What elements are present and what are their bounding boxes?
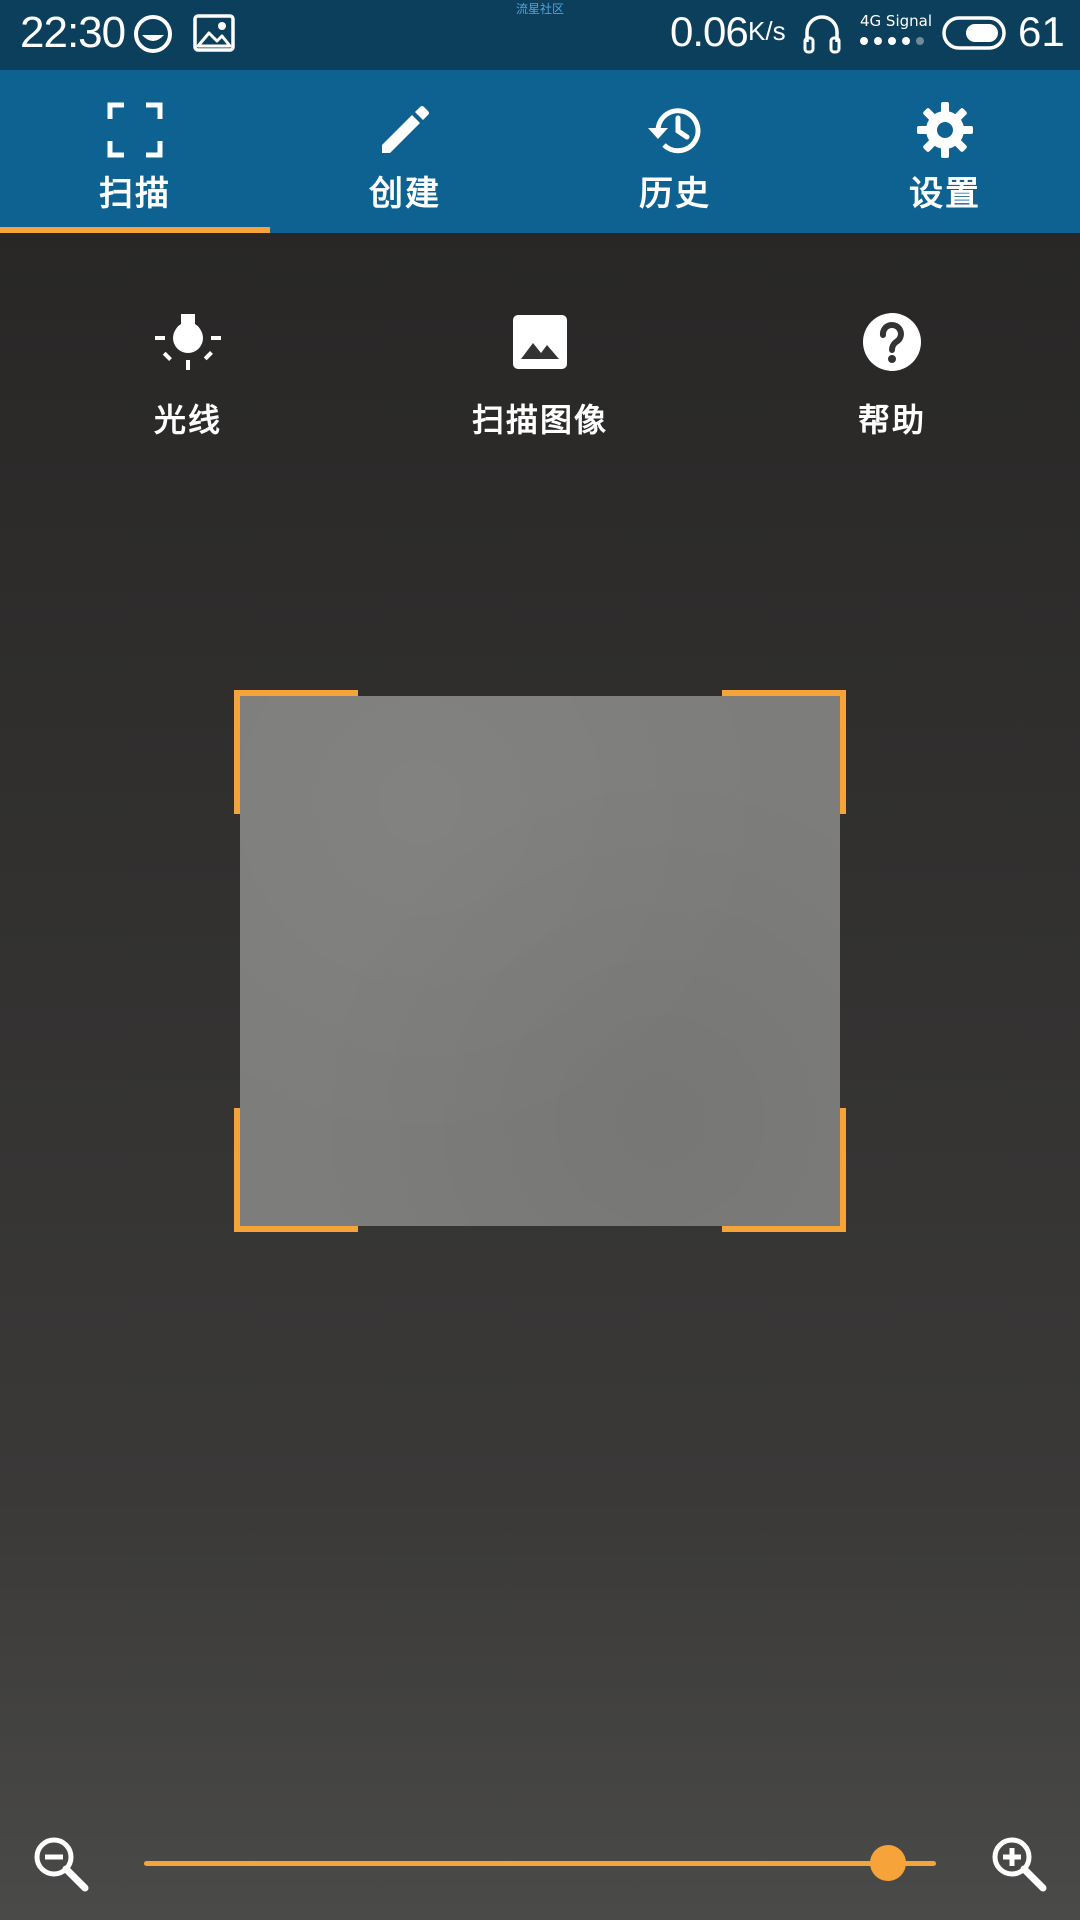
tool-label: 扫描图像 [471,401,608,439]
flashlight-icon [155,314,221,370]
image-icon [513,315,567,369]
history-icon [648,108,701,154]
help-button[interactable]: 帮助 [772,307,1012,441]
scan-tools-row: 光线 扫描图像 帮助 [0,307,1080,447]
zoom-slider-track[interactable] [144,1861,936,1866]
viewfinder-corner-bottom-right [722,1108,846,1232]
tab-history[interactable]: 历史 [540,70,810,233]
tab-create[interactable]: 创建 [270,70,540,233]
viewfinder-corner-bottom-left [234,1108,358,1232]
zoom-out-icon[interactable] [30,1833,90,1893]
scan-viewfinder [234,690,846,1232]
tab-label: 历史 [639,174,711,214]
flashlight-button[interactable]: 光线 [68,307,308,441]
zoom-slider-thumb[interactable] [870,1845,907,1881]
main-tab-bar: 扫描 创建 历史 设置 [0,70,1080,233]
camera-preview: 光线 扫描图像 帮助 [0,233,1080,1920]
battery-toggle-icon [942,16,1006,50]
tool-label: 光线 [153,401,222,439]
viewfinder-corner-top-right [722,690,846,814]
tab-scan[interactable]: 扫描 [0,70,270,233]
zoom-in-icon[interactable] [988,1833,1048,1893]
network-speed-value: 0.06 [670,8,749,55]
signal-label: 4G Signal [860,12,933,30]
tab-settings[interactable]: 设置 [810,70,1080,233]
zoom-control [0,1823,1080,1903]
viewfinder-corner-top-left [234,690,358,814]
scan-frame-icon [107,102,163,158]
notification-face-icon [134,15,172,53]
pencil-icon [382,106,429,153]
tool-label: 帮助 [857,401,926,439]
battery-level: 61 [1018,8,1065,55]
tab-label: 创建 [369,174,441,214]
tab-label: 扫描 [99,174,171,214]
network-speed-unit: K/s [748,16,786,46]
gallery-notification-icon [193,14,235,52]
headphones-icon [803,15,841,54]
help-icon [863,313,921,371]
scan-image-button[interactable]: 扫描图像 [420,307,660,441]
signal-strength-icon [860,37,924,45]
status-bar: 22:30 流星社区 0.06 K/s 4G Signal 61 [0,0,1080,70]
tab-label: 设置 [909,174,981,214]
gear-icon [917,102,973,158]
